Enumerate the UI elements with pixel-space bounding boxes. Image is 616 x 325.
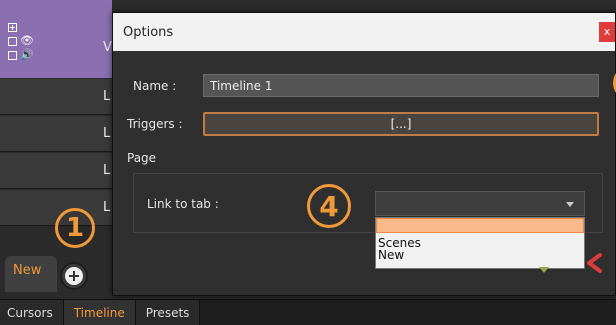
audio-checkbox[interactable] — [8, 50, 17, 60]
tab-timeline[interactable]: Timeline — [63, 300, 136, 325]
speaker-icon: 🔊 — [20, 48, 34, 61]
ok-caret-icon[interactable] — [539, 267, 549, 273]
track-label: V — [103, 40, 112, 55]
tab-cursors[interactable]: Cursors — [0, 300, 64, 325]
triggers-label: Triggers : — [127, 117, 183, 131]
options-dialog: Options x Name : Triggers : [...] Page L… — [112, 12, 616, 296]
annotation-1: 1 — [55, 208, 95, 248]
tab-presets[interactable]: Presets — [135, 300, 201, 325]
tab-new[interactable]: New — [5, 256, 57, 292]
name-label: Name : — [133, 79, 177, 93]
layer-row[interactable]: L — [0, 116, 112, 152]
visibility-checkbox[interactable] — [8, 36, 17, 46]
dialog-title: Options — [123, 25, 174, 40]
close-button[interactable]: x — [599, 22, 615, 42]
dialog-titlebar: Options x — [113, 13, 615, 51]
name-field[interactable] — [203, 74, 599, 97]
link-to-tab-label: Link to tab : — [147, 197, 219, 211]
eye-icon: 👁 — [20, 34, 34, 47]
chevron-down-icon[interactable] — [566, 202, 574, 207]
dropdown-option-scenes[interactable]: Scenes — [376, 237, 584, 249]
add-tab-button[interactable] — [60, 262, 88, 290]
link-to-tab-select[interactable] — [375, 191, 585, 216]
dropdown-option-new[interactable]: New — [376, 249, 584, 261]
link-to-tab-dropdown: Scenes New — [375, 217, 585, 269]
cancel-icon[interactable] — [583, 251, 607, 275]
track-header[interactable]: 👁 🔊 V — [0, 0, 112, 78]
dropdown-option-empty[interactable] — [376, 218, 584, 233]
add-layer-icon[interactable] — [8, 22, 17, 32]
plus-icon — [65, 267, 83, 285]
layer-row[interactable]: L — [0, 153, 112, 189]
track-icons: 👁 🔊 — [8, 20, 48, 62]
bottom-tab-bar: Cursors Timeline Presets — [0, 299, 616, 325]
annotation-4: 4 — [307, 184, 351, 228]
triggers-button[interactable]: [...] — [203, 112, 599, 136]
page-section-label: Page — [127, 151, 157, 165]
layer-row[interactable]: L — [0, 79, 112, 115]
